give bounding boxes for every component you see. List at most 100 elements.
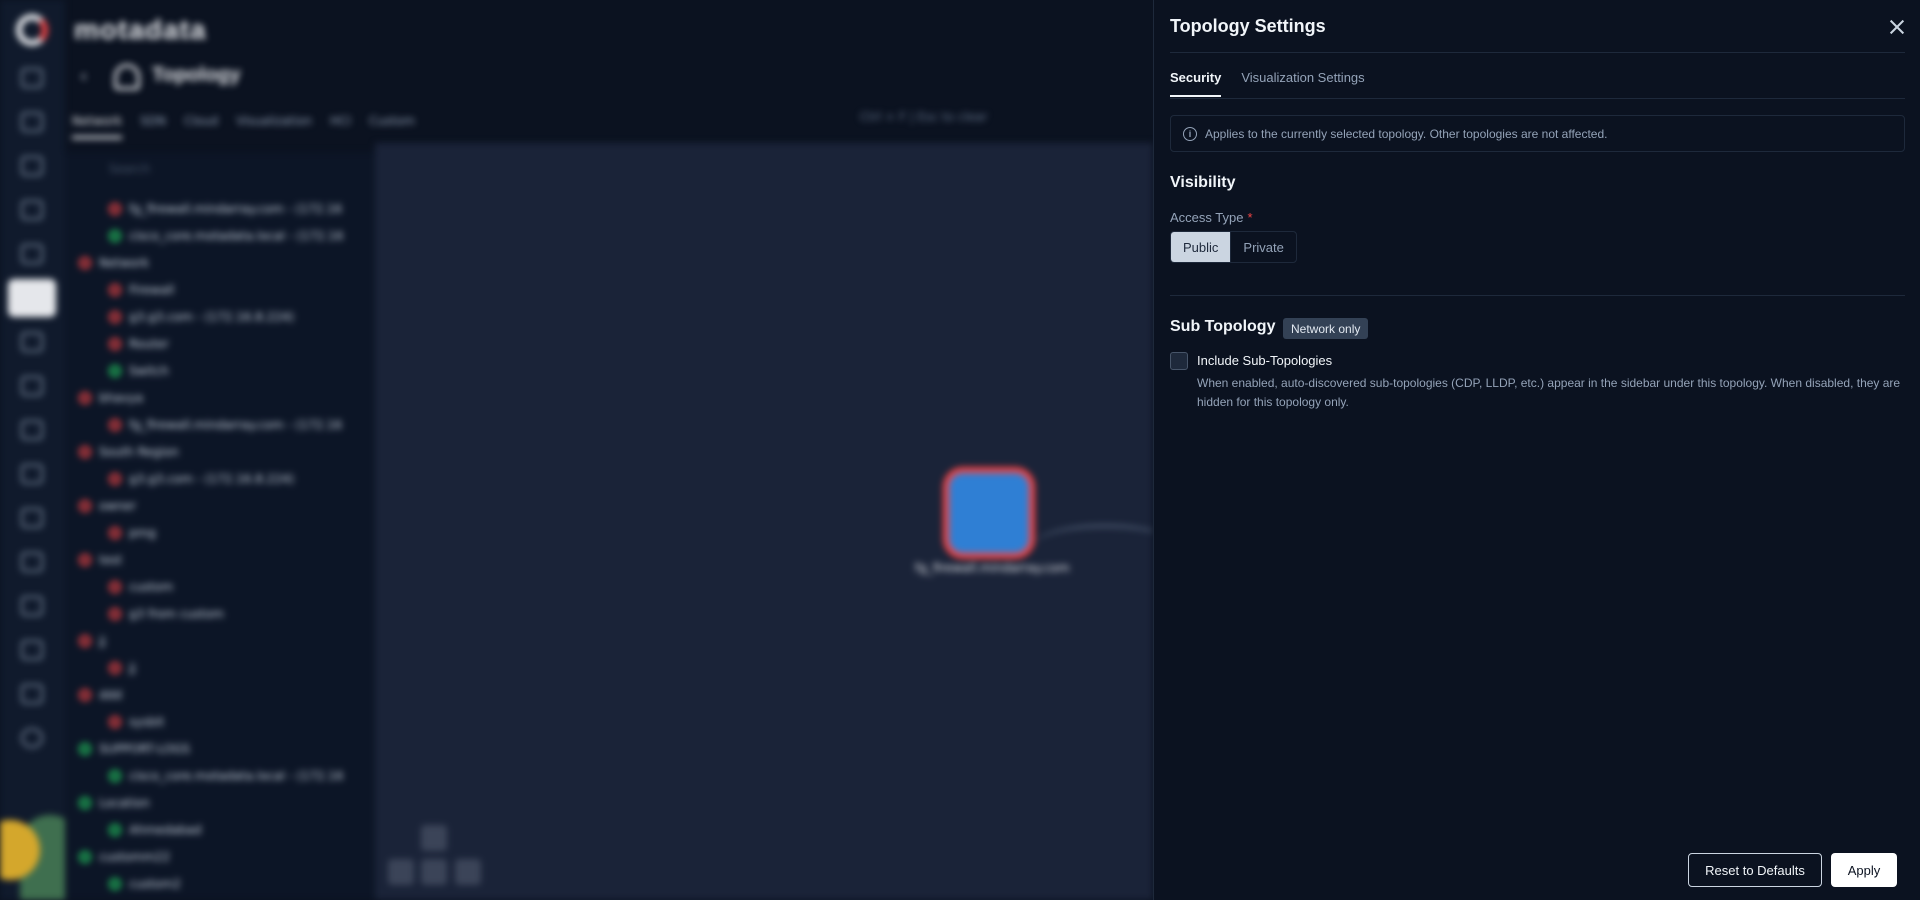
zoom-center-button[interactable]	[421, 859, 447, 885]
tree-item[interactable]: cisco_core.motadata.local - (172.16	[109, 227, 343, 245]
tree-item[interactable]: ddd	[79, 686, 122, 704]
tree-item[interactable]: customm22	[79, 848, 170, 866]
tree-item[interactable]: test	[79, 551, 122, 569]
config-icon[interactable]	[21, 376, 43, 396]
topology-node[interactable]	[943, 467, 1035, 559]
network-icon[interactable]	[21, 596, 43, 616]
bg-tab-sdn[interactable]: SDN	[140, 114, 166, 139]
tree-item-label: Location	[99, 796, 150, 810]
tree-item[interactable]: Ahmedabad	[109, 821, 201, 839]
topology-nav-active[interactable]	[8, 279, 56, 317]
include-sub-topologies-label[interactable]: Include Sub-Topologies	[1197, 353, 1332, 368]
tree-item[interactable]: Switch	[109, 362, 169, 380]
topology-icon	[114, 64, 140, 90]
zoom-left-button[interactable]	[388, 859, 414, 885]
include-sub-topologies-checkbox[interactable]	[1170, 352, 1188, 370]
tree-item[interactable]: jj	[79, 632, 106, 650]
status-dot-icon	[79, 554, 91, 566]
tree-item[interactable]: pmg	[109, 524, 156, 542]
tree-item-label: Switch	[129, 364, 169, 378]
access-private-option[interactable]: Private	[1231, 232, 1295, 262]
tree-item[interactable]: fg_firewall.mindarray.com - (172.16	[109, 200, 342, 218]
bg-tab-hci[interactable]: HCI	[330, 114, 351, 139]
status-dot-icon	[79, 635, 91, 647]
tree-item-label: owner	[99, 499, 137, 513]
status-dot-icon	[109, 716, 121, 728]
back-icon[interactable]: ‹	[80, 66, 87, 87]
status-dot-icon	[79, 500, 91, 512]
flow-icon[interactable]	[21, 332, 43, 352]
ai-icon[interactable]	[21, 640, 43, 660]
tree-item[interactable]: custom	[109, 578, 173, 596]
topology-canvas[interactable]	[375, 143, 1153, 900]
tree-item-label: jj	[129, 661, 136, 675]
brand-logo: motadata	[74, 14, 207, 45]
tree-item-label: cisco_core.motadata.local - (172.16	[129, 769, 344, 783]
status-dot-icon	[109, 230, 121, 242]
tree-item-label: ddd	[99, 688, 122, 702]
zoom-up-button[interactable]	[421, 825, 447, 851]
tab-security[interactable]: Security	[1170, 70, 1222, 97]
sub-topology-heading: Sub Topology	[1170, 318, 1276, 335]
status-dot-icon	[109, 608, 121, 620]
tree-item[interactable]: jj	[109, 659, 136, 677]
tree-item-label: g3 from custom	[129, 607, 224, 621]
alert-icon[interactable]	[21, 156, 43, 176]
bg-tab-custom[interactable]: Custom	[369, 114, 415, 139]
status-dot-icon	[109, 419, 121, 431]
tree-item[interactable]: SUPPORT-LOGS	[79, 740, 190, 758]
status-dot-icon	[109, 878, 121, 890]
tree-item[interactable]: South Region	[79, 443, 179, 461]
tree-item-label: SUPPORT-LOGS	[99, 742, 190, 756]
status-dot-icon	[109, 365, 121, 377]
close-icon[interactable]	[1886, 16, 1908, 38]
divider	[1170, 98, 1905, 99]
tree-item[interactable]: g3 from custom	[109, 605, 224, 623]
tree-item-label: g3.g3.com - (172.16.8.224)	[129, 310, 295, 324]
status-dot-icon	[79, 446, 91, 458]
tree-item[interactable]: Location	[79, 794, 150, 812]
inventory-icon[interactable]	[21, 200, 43, 220]
tree-item[interactable]: Router	[109, 335, 169, 353]
chart-icon[interactable]	[21, 420, 43, 440]
bg-tab-network[interactable]: Network	[72, 114, 123, 139]
status-dot-icon	[109, 473, 121, 485]
tree-item[interactable]: cisco_core.motadata.local - (172.16	[109, 767, 343, 785]
tree-item[interactable]: Firewall	[109, 281, 174, 299]
tree-search-input[interactable]: Search	[83, 162, 363, 184]
tree-item[interactable]: sysbit	[109, 713, 164, 731]
required-mark: *	[1247, 210, 1253, 225]
monitor-icon[interactable]	[21, 112, 43, 132]
tree-item[interactable]: g3.g3.com - (172.16.8.224)	[109, 308, 294, 326]
storage-icon[interactable]	[21, 244, 43, 264]
canvas-search-input[interactable]: Ctrl + F | Esc to clear	[860, 110, 1150, 134]
topology-edge	[1035, 525, 1153, 565]
topology-tree: Search fg_firewall.mindarray.com - (172.…	[65, 152, 375, 900]
tree-item[interactable]: bhavya	[79, 389, 143, 407]
settings-icon[interactable]	[21, 728, 43, 748]
network-only-badge: Network only	[1283, 318, 1369, 339]
bg-tab-cloud[interactable]: Cloud	[184, 114, 218, 139]
bg-tab-visualization[interactable]: Visualization	[236, 114, 312, 139]
reset-to-defaults-button[interactable]: Reset to Defaults	[1688, 853, 1822, 887]
dashboard-icon[interactable]	[21, 68, 43, 88]
tree-item-label: sysbit	[129, 715, 165, 729]
tree-item[interactable]: fg_firewall.mindarray.com - (172.16	[109, 416, 342, 434]
node-label: fg_firewall.mindarray.com	[915, 561, 1070, 575]
status-dot-icon	[79, 797, 91, 809]
access-public-option[interactable]: Public	[1171, 232, 1232, 262]
screen-icon[interactable]	[21, 508, 43, 528]
docs-icon[interactable]	[21, 684, 43, 704]
status-dot-icon	[109, 824, 121, 836]
apply-button[interactable]: Apply	[1831, 853, 1897, 887]
zoom-right-button[interactable]	[455, 859, 481, 885]
divider	[1170, 295, 1905, 296]
tab-visualization-settings[interactable]: Visualization Settings	[1241, 70, 1364, 97]
tree-item[interactable]: g3.g3.com - (172.16.8.224)	[109, 470, 294, 488]
tree-item[interactable]: custom2	[109, 875, 181, 893]
chat-icon[interactable]	[21, 552, 43, 572]
tree-item[interactable]: Network	[79, 254, 149, 272]
report-icon[interactable]	[21, 464, 43, 484]
tree-item-label: Network	[99, 256, 150, 270]
tree-item[interactable]: owner	[79, 497, 136, 515]
